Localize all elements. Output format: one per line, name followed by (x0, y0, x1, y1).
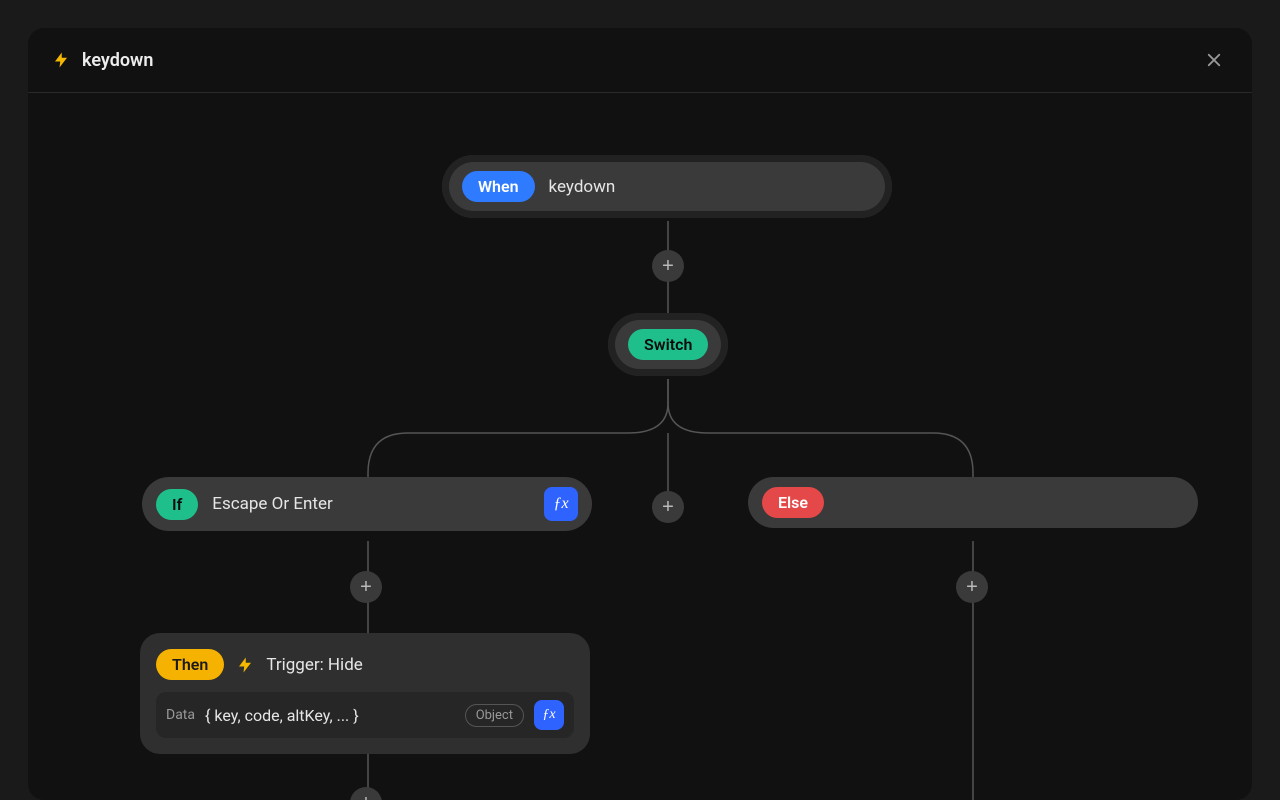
type-tag: Object (465, 704, 524, 727)
add-step-button-after-then[interactable]: + (350, 787, 382, 800)
then-header-row: Then Trigger: Hide (156, 649, 574, 680)
then-badge: Then (156, 649, 224, 680)
close-icon (1205, 51, 1223, 69)
fx-button[interactable]: ƒx (544, 487, 578, 521)
flow-editor-modal: keydown When keydown + (28, 28, 1252, 800)
close-button[interactable] (1200, 46, 1228, 74)
else-badge: Else (762, 487, 824, 518)
modal-header: keydown (28, 28, 1252, 93)
add-branch-button[interactable]: + (652, 491, 684, 523)
data-label: Data (166, 707, 195, 723)
lightning-icon (52, 51, 70, 69)
switch-badge: Switch (628, 329, 708, 360)
add-step-button-else[interactable]: + (956, 571, 988, 603)
if-badge: If (156, 489, 198, 520)
add-step-button[interactable]: + (652, 250, 684, 282)
then-action-label: Trigger: Hide (266, 655, 362, 675)
switch-node[interactable]: Switch (608, 313, 728, 376)
lightning-icon (236, 656, 254, 674)
when-label: keydown (549, 177, 616, 197)
when-node[interactable]: When keydown (442, 155, 892, 218)
else-node[interactable]: Else (748, 477, 1198, 528)
if-node[interactable]: If Escape Or Enter ƒx (142, 477, 592, 531)
then-card[interactable]: Then Trigger: Hide Data { key, code, alt… (140, 633, 590, 754)
add-step-button-if[interactable]: + (350, 571, 382, 603)
modal-title: keydown (82, 50, 153, 71)
data-row[interactable]: Data { key, code, altKey, ... } Object ƒ… (156, 692, 574, 738)
modal-title-group: keydown (52, 50, 153, 71)
flow-canvas[interactable]: When keydown + Switch If Escape Or Enter… (28, 93, 1252, 800)
fx-button[interactable]: ƒx (534, 700, 564, 730)
if-condition-label: Escape Or Enter (212, 494, 530, 514)
data-value: { key, code, altKey, ... } (205, 706, 455, 725)
when-badge: When (462, 171, 535, 202)
